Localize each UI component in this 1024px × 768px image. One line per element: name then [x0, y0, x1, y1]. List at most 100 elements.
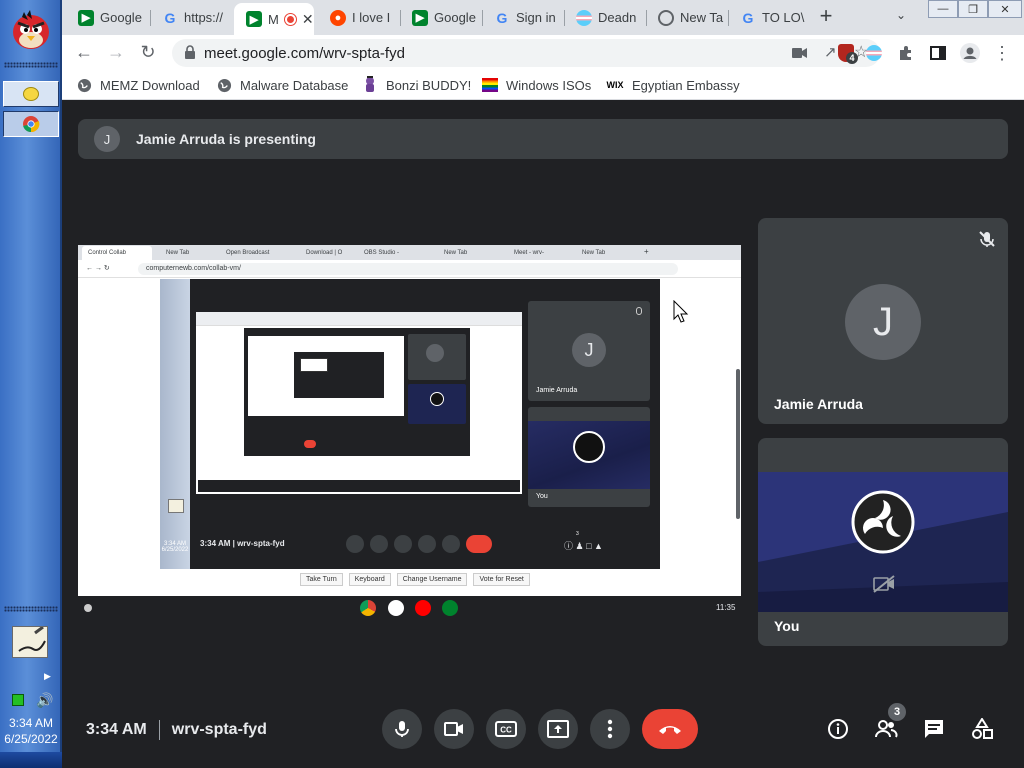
- scrollbar-thumb[interactable]: [736, 369, 740, 519]
- bookmark-bonzi-buddy[interactable]: Bonzi BUDDY!: [362, 75, 471, 95]
- nested-tab: Open Broadcast: [226, 250, 270, 256]
- bookmark-windows-isos[interactable]: Windows ISOs: [482, 75, 591, 95]
- nested-gmail-icon: [388, 600, 404, 616]
- meeting-time: 3:34 AM: [86, 721, 147, 738]
- taskbar-grip-bottom[interactable]: [4, 606, 58, 612]
- nested-mic-off-icon: [636, 307, 642, 315]
- bonzi-icon: [362, 76, 378, 93]
- back-arrow-icon[interactable]: ←: [72, 40, 96, 64]
- tray-arrow-icon[interactable]: ▶: [44, 671, 51, 682]
- tab-reddit[interactable]: ● I love I: [318, 4, 398, 31]
- clock-time: 3:34 AM: [8, 716, 54, 730]
- close-window-button[interactable]: ✕: [988, 0, 1022, 18]
- people-count-badge: 3: [888, 703, 906, 721]
- bookmark-label: Egyptian Embassy: [632, 77, 740, 93]
- browser-toolbar: ← → ↻ meet.google.com/wrv-spta-fyd ↗ ☆ 4…: [62, 35, 1024, 70]
- tab-google-2[interactable]: ▶ Google: [400, 4, 480, 31]
- profile-avatar-icon[interactable]: [958, 41, 982, 65]
- google-meet-icon: ▶: [412, 9, 428, 26]
- side-panel-icon[interactable]: [926, 41, 950, 65]
- tab-google-1[interactable]: ▶ Google: [66, 4, 148, 31]
- nested-participant-tile: J Jamie Arruda: [528, 301, 650, 401]
- nested-tab: Meet - wrv-: [514, 250, 544, 256]
- lock-icon[interactable]: [184, 45, 196, 59]
- shared-screen[interactable]: Control Collab New Tab Open Broadcast Do…: [78, 245, 741, 621]
- bookmark-label: Bonzi BUDDY!: [386, 77, 472, 93]
- nested-tab: New Tab: [444, 250, 468, 256]
- address-bar[interactable]: meet.google.com/wrv-spta-fyd ↗ ☆: [172, 39, 880, 67]
- tab-label: TO LO\: [762, 10, 805, 25]
- meet-control-bar: 3:34 AM wrv-spta-fyd CC 3: [62, 702, 1024, 768]
- meeting-details[interactable]: 3:34 AM wrv-spta-fyd: [86, 720, 267, 740]
- shield-extension-icon[interactable]: 4: [838, 44, 858, 64]
- restore-button[interactable]: ❐: [958, 0, 988, 18]
- more-options-button[interactable]: [590, 709, 630, 749]
- reload-icon[interactable]: ↻: [136, 40, 160, 64]
- presenting-banner[interactable]: J Jamie Arruda is presenting: [78, 119, 1008, 159]
- bookmark-memz[interactable]: MEMZ Download: [76, 75, 200, 95]
- nested-meet: J Jamie Arruda You 3:34 AM | wrv-spta-fy…: [190, 279, 660, 569]
- nested-notepad-icon: [168, 499, 184, 513]
- bookmarks-bar: MEMZ Download Malware Database Bonzi BUD…: [62, 70, 1024, 100]
- trans-flag-icon: [576, 9, 592, 26]
- tab-label: Google: [434, 10, 476, 25]
- nested-youtube-icon: [415, 600, 431, 616]
- close-tab-icon[interactable]: ✕: [302, 11, 314, 28]
- taskbar-grip[interactable]: [4, 62, 58, 68]
- activities-button[interactable]: [968, 715, 996, 743]
- bookmark-egyptian-embassy[interactable]: WIX Egyptian Embassy: [606, 75, 740, 95]
- network-icon[interactable]: [12, 694, 24, 706]
- bookmark-label: Malware Database: [240, 77, 349, 93]
- volume-icon[interactable]: 🔊: [36, 692, 53, 709]
- microphone-button[interactable]: [382, 709, 422, 749]
- tab-https[interactable]: G https://: [150, 4, 230, 31]
- nested-participant-avatar: J: [572, 333, 606, 367]
- bookmark-malware-database[interactable]: Malware Database: [216, 75, 348, 95]
- tab-sign-in[interactable]: G Sign in: [482, 4, 562, 31]
- tab-search-chevron-icon[interactable]: ⌄: [896, 8, 906, 22]
- collabvm-buttons: Take Turn Keyboard Change Username Vote …: [300, 573, 530, 586]
- nested-tab-active: Control Collab: [82, 246, 152, 260]
- nested-new-tab-icon: +: [644, 247, 649, 256]
- system-clock[interactable]: 3:34 AM 6/25/2022: [0, 716, 62, 746]
- tab-new-tab[interactable]: New Ta: [646, 4, 726, 31]
- tab-to-love[interactable]: G TO LO\: [728, 4, 808, 31]
- kebab-menu-icon: [607, 719, 613, 739]
- chat-button[interactable]: [920, 715, 948, 743]
- minimize-button[interactable]: —: [928, 0, 958, 18]
- taskbar-chrome-button[interactable]: [3, 111, 59, 137]
- participant-tile-jamie[interactable]: J Jamie Arruda: [758, 218, 1008, 424]
- tab-label: M: [268, 11, 279, 27]
- reddit-icon: ●: [330, 9, 346, 26]
- meeting-info-button[interactable]: [824, 715, 852, 743]
- tab-meet-active[interactable]: ▶ M ✕: [234, 3, 314, 35]
- captions-button[interactable]: CC: [486, 709, 526, 749]
- end-call-button[interactable]: [642, 709, 698, 749]
- angry-bird-icon[interactable]: [8, 6, 54, 52]
- present-screen-button[interactable]: [538, 709, 578, 749]
- share-icon[interactable]: ↗: [824, 43, 837, 61]
- camera-in-use-icon[interactable]: [792, 46, 808, 58]
- tab-label: Google: [100, 10, 142, 25]
- camera-button[interactable]: [434, 709, 474, 749]
- notepad-icon[interactable]: [12, 625, 48, 658]
- nested-toolbar: ← → ↻ computernewb.com/collab-vm/: [78, 260, 741, 278]
- forward-arrow-icon[interactable]: →: [104, 40, 128, 64]
- extensions-puzzle-icon[interactable]: [894, 41, 918, 65]
- camera-off-icon: [872, 574, 896, 599]
- taskbar-app-button[interactable]: [3, 81, 59, 107]
- kebab-menu-icon[interactable]: ⋮: [990, 41, 1014, 65]
- new-tab-button[interactable]: +: [814, 5, 838, 29]
- nested-you-label: You: [536, 493, 548, 500]
- google-meet-icon: ▶: [246, 11, 262, 27]
- nested-tab: New Tab: [582, 250, 606, 256]
- chrome-icon: [658, 9, 674, 26]
- people-button[interactable]: 3: [872, 703, 906, 743]
- recording-icon: [284, 13, 296, 25]
- presenter-avatar: J: [94, 126, 120, 152]
- presenting-text: Jamie Arruda is presenting: [136, 131, 316, 147]
- pride-extension-icon[interactable]: [866, 45, 882, 61]
- screen: { "taskbar": { "clock_time": "3:34 AM", …: [0, 0, 1024, 768]
- tab-deadname[interactable]: Deadn: [564, 4, 644, 31]
- participant-tile-you[interactable]: You: [758, 438, 1008, 646]
